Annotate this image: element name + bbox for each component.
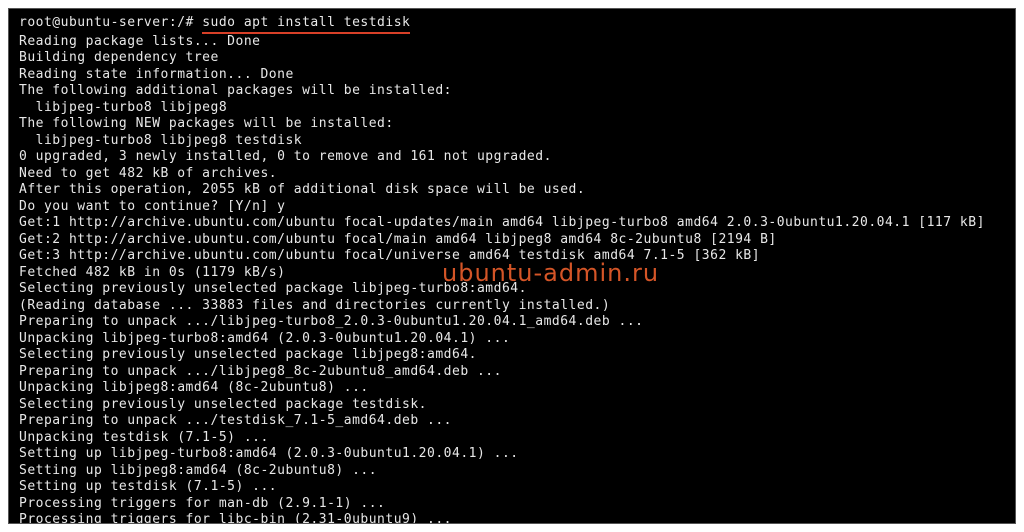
output-line: Preparing to unpack .../testdisk_7.1-5_a… (19, 413, 1005, 430)
output-line: Fetched 482 kB in 0s (1179 kB/s) (19, 265, 1005, 282)
output-line: Setting up libjpeg-turbo8:amd64 (2.0.3-0… (19, 446, 1005, 463)
output-line: Get:2 http://archive.ubuntu.com/ubuntu f… (19, 232, 1005, 249)
output-line: 0 upgraded, 3 newly installed, 0 to remo… (19, 149, 1005, 166)
output-line: Unpacking testdisk (7.1-5) ... (19, 430, 1005, 447)
output-line: Unpacking libjpeg8:amd64 (8c-2ubuntu8) .… (19, 380, 1005, 397)
output-line: Preparing to unpack .../libjpeg8_8c-2ubu… (19, 364, 1005, 381)
output-line: Setting up testdisk (7.1-5) ... (19, 479, 1005, 496)
output-line: Processing triggers for libc-bin (2.31-0… (19, 512, 1005, 524)
output-line: The following additional packages will b… (19, 83, 1005, 100)
output-line: Selecting previously unselected package … (19, 347, 1005, 364)
output-line: Preparing to unpack .../libjpeg-turbo8_2… (19, 314, 1005, 331)
terminal-window[interactable]: root@ubuntu-server:/# sudo apt install t… (8, 8, 1016, 524)
entered-command: sudo apt install testdisk (202, 15, 410, 34)
prompt-line-1: root@ubuntu-server:/# sudo apt install t… (19, 15, 1005, 34)
output-line: Selecting previously unselected package … (19, 397, 1005, 414)
output-line: libjpeg-turbo8 libjpeg8 testdisk (19, 133, 1005, 150)
terminal-output: Reading package lists... DoneBuilding de… (19, 34, 1005, 525)
output-line: libjpeg-turbo8 libjpeg8 (19, 100, 1005, 117)
output-line: Get:3 http://archive.ubuntu.com/ubuntu f… (19, 248, 1005, 265)
output-line: Get:1 http://archive.ubuntu.com/ubuntu f… (19, 215, 1005, 232)
output-line: (Reading database ... 33883 files and di… (19, 298, 1005, 315)
output-line: Reading state information... Done (19, 67, 1005, 84)
output-line: The following NEW packages will be insta… (19, 116, 1005, 133)
output-line: Need to get 482 kB of archives. (19, 166, 1005, 183)
shell-prompt: root@ubuntu-server:/# (19, 15, 202, 32)
output-line: Unpacking libjpeg-turbo8:amd64 (2.0.3-0u… (19, 331, 1005, 348)
output-line: Reading package lists... Done (19, 34, 1005, 51)
output-line: Setting up libjpeg8:amd64 (8c-2ubuntu8) … (19, 463, 1005, 480)
output-line: After this operation, 2055 kB of additio… (19, 182, 1005, 199)
output-line: Processing triggers for man-db (2.9.1-1)… (19, 496, 1005, 513)
output-line: Selecting previously unselected package … (19, 281, 1005, 298)
output-line: Do you want to continue? [Y/n] y (19, 199, 1005, 216)
output-line: Building dependency tree (19, 50, 1005, 67)
